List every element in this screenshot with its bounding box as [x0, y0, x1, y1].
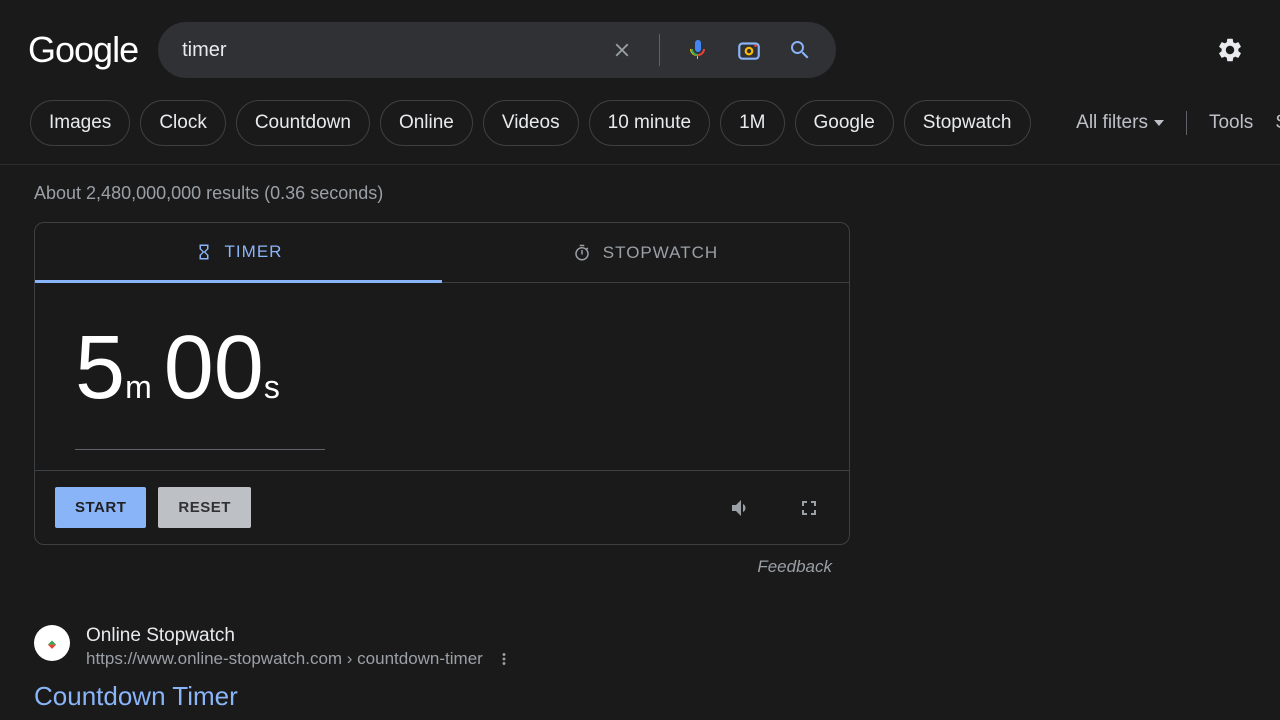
chip-countdown[interactable]: Countdown: [236, 100, 370, 146]
header: Google: [0, 0, 1280, 88]
result-title-link[interactable]: Countdown Timer: [34, 681, 1280, 712]
camera-icon[interactable]: [728, 29, 770, 71]
timer-controls: START RESET: [35, 470, 849, 544]
google-logo[interactable]: Google: [28, 29, 138, 71]
chip-1m[interactable]: 1M: [720, 100, 784, 146]
tools-button[interactable]: Tools: [1209, 112, 1253, 134]
tab-timer[interactable]: TIMER: [35, 223, 442, 283]
reset-button[interactable]: RESET: [158, 487, 251, 528]
more-icon[interactable]: [495, 650, 513, 668]
minutes-value: 5: [75, 318, 125, 418]
safesearch-partial[interactable]: S: [1275, 112, 1280, 134]
seconds-unit: s: [264, 369, 280, 405]
divider: [659, 34, 660, 66]
seconds-value: 00: [164, 318, 264, 418]
chip-images[interactable]: Images: [30, 100, 130, 146]
chip-google[interactable]: Google: [795, 100, 894, 146]
volume-icon[interactable]: [721, 488, 761, 528]
fullscreen-icon[interactable]: [789, 488, 829, 528]
start-button[interactable]: START: [55, 487, 146, 528]
tab-stopwatch[interactable]: STOPWATCH: [442, 223, 849, 283]
chip-10-minute[interactable]: 10 minute: [589, 100, 710, 146]
clear-icon[interactable]: [603, 31, 641, 69]
feedback-link[interactable]: Feedback: [34, 545, 850, 577]
chip-videos[interactable]: Videos: [483, 100, 579, 146]
result-site-name[interactable]: Online Stopwatch: [86, 625, 513, 647]
chip-stopwatch[interactable]: Stopwatch: [904, 100, 1031, 146]
time-display[interactable]: 5m00s: [75, 323, 819, 413]
search-bar: [158, 22, 836, 78]
minutes-unit: m: [125, 369, 152, 405]
tab-stopwatch-label: STOPWATCH: [603, 243, 718, 263]
result-stats: About 2,480,000,000 results (0.36 second…: [0, 164, 1280, 222]
search-input[interactable]: [182, 39, 593, 62]
filter-chips-row: Images Clock Countdown Online Videos 10 …: [0, 88, 1280, 164]
settings-icon[interactable]: [1208, 28, 1252, 72]
chevron-down-icon: [1154, 120, 1164, 126]
divider: [1186, 111, 1187, 135]
result-favicon: [34, 625, 70, 661]
result-url-text: https://www.online-stopwatch.com › count…: [86, 649, 483, 669]
timer-widget: TIMER STOPWATCH 5m 00s START RESET: [34, 222, 850, 545]
chip-online[interactable]: Online: [380, 100, 473, 146]
all-filters-label: All filters: [1076, 112, 1148, 134]
search-icon[interactable]: [780, 30, 820, 70]
tab-timer-label: TIMER: [225, 242, 283, 262]
widget-tabs: TIMER STOPWATCH: [35, 223, 849, 283]
hourglass-icon: [195, 243, 213, 261]
mic-icon[interactable]: [678, 30, 718, 70]
timer-body: 5m 00s: [35, 283, 849, 470]
result-url[interactable]: https://www.online-stopwatch.com › count…: [86, 649, 513, 669]
all-filters-dropdown[interactable]: All filters: [1076, 112, 1164, 134]
time-underline: [75, 449, 325, 450]
stopwatch-icon: [573, 244, 591, 262]
search-result: Online Stopwatch https://www.online-stop…: [34, 625, 1280, 669]
chip-clock[interactable]: Clock: [140, 100, 226, 146]
